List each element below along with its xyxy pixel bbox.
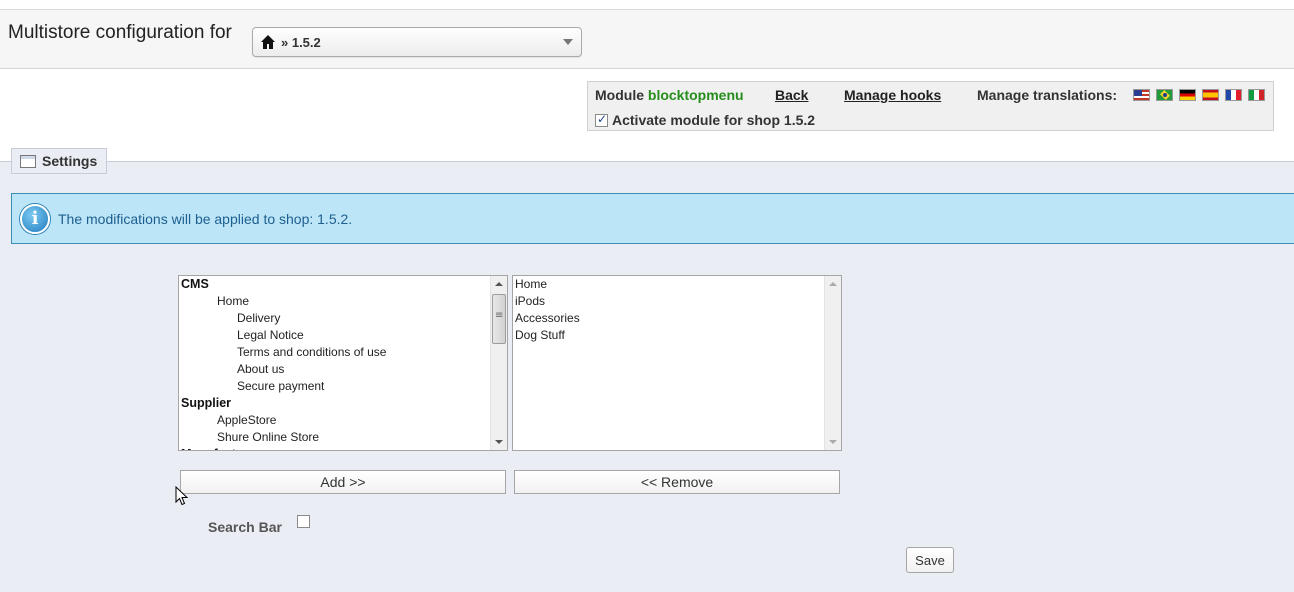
selected-list-item[interactable]: iPods: [513, 293, 824, 310]
scroll-down-icon[interactable]: [491, 434, 507, 450]
selected-items-list[interactable]: Home iPods Accessories Dog Stuff: [512, 275, 842, 451]
available-list-scrollbar[interactable]: [490, 276, 507, 450]
selected-list-scrollbar[interactable]: [824, 276, 841, 450]
selected-list-item[interactable]: Home: [513, 276, 824, 293]
available-items: CMS Home Delivery Legal Notice Terms and con…: [179, 276, 490, 450]
selected-items: Home iPods Accessories Dog Stuff: [513, 276, 824, 344]
scroll-down-icon[interactable]: [825, 434, 841, 450]
settings-legend: Settings: [11, 148, 108, 174]
info-text: The modifications will be applied to sho…: [58, 210, 353, 227]
chevron-down-icon: [563, 39, 573, 45]
fr-flag-icon[interactable]: [1225, 89, 1242, 101]
available-list-item[interactable]: About us: [179, 361, 490, 378]
activate-label: Activate module for shop 1.5.2: [612, 112, 816, 128]
shop-select-value: » 1.5.2: [281, 35, 321, 50]
manage-translations-label: Manage translations:: [977, 87, 1118, 103]
it-flag-icon[interactable]: [1248, 89, 1265, 101]
scrollbar-thumb[interactable]: [492, 294, 506, 344]
activate-checkbox[interactable]: [595, 112, 608, 127]
selected-list-item[interactable]: Accessories: [513, 310, 824, 327]
module-name: blocktopmenu: [647, 87, 744, 103]
window-icon: [20, 154, 36, 168]
mouse-cursor-icon: [175, 486, 189, 506]
module-prefix: Module: [595, 87, 644, 103]
scroll-up-icon[interactable]: [825, 276, 841, 292]
back-link[interactable]: Back: [775, 87, 808, 103]
info-icon: i: [20, 203, 50, 234]
search-bar-checkbox[interactable]: [297, 515, 310, 528]
available-list-item[interactable]: CMS: [179, 276, 490, 293]
save-button[interactable]: Save: [906, 547, 954, 573]
available-list-item[interactable]: Delivery: [179, 310, 490, 327]
available-list-item[interactable]: Supplier: [179, 395, 490, 412]
available-list-item[interactable]: AppleStore: [179, 412, 490, 429]
es-flag-icon[interactable]: [1202, 89, 1219, 101]
multistore-bar: Multistore configuration for » 1.5.2: [0, 10, 1294, 69]
available-list-item[interactable]: Shure Online Store: [179, 429, 490, 446]
br-flag-icon[interactable]: [1156, 89, 1173, 101]
us-flag-icon[interactable]: [1133, 89, 1150, 101]
translation-flags: [1133, 89, 1265, 102]
module-toolbar: Module blocktopmenu Back Manage hooks Ma…: [587, 81, 1274, 131]
top-strip: [0, 0, 1294, 10]
remove-button[interactable]: << Remove: [514, 470, 840, 494]
multistore-label: Multistore configuration for: [8, 22, 232, 43]
add-button[interactable]: Add >>: [180, 470, 506, 494]
module-title: Module blocktopmenu: [595, 87, 744, 103]
available-list-item[interactable]: Legal Notice: [179, 327, 490, 344]
selected-list-item[interactable]: Dog Stuff: [513, 327, 824, 344]
settings-legend-label: Settings: [42, 153, 98, 169]
manage-hooks-link[interactable]: Manage hooks: [844, 87, 941, 103]
available-list-item[interactable]: Terms and conditions of use: [179, 344, 490, 361]
activate-row: Activate module for shop 1.5.2: [595, 112, 815, 128]
scroll-up-icon[interactable]: [491, 276, 507, 292]
search-bar-label: Search Bar: [208, 519, 282, 535]
available-list-item[interactable]: Manufacturer: [179, 446, 490, 450]
home-icon: [261, 35, 275, 49]
info-message: i The modifications will be applied to s…: [11, 193, 1294, 244]
shop-select[interactable]: » 1.5.2: [252, 27, 582, 57]
de-flag-icon[interactable]: [1179, 89, 1196, 101]
available-items-list[interactable]: CMS Home Delivery Legal Notice Terms and con…: [178, 275, 508, 451]
available-list-item[interactable]: Secure payment: [179, 378, 490, 395]
available-list-item[interactable]: Home: [179, 293, 490, 310]
